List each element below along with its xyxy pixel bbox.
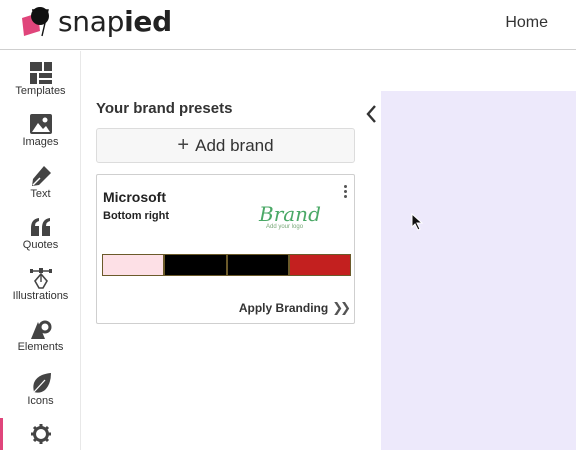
pen-icon — [31, 166, 51, 186]
sidebar-item-label: Icons — [27, 395, 54, 407]
top-header: snapied Home — [0, 0, 576, 50]
add-brand-label: Add brand — [195, 136, 274, 155]
color-swatch-1 — [102, 254, 165, 276]
sidebar-item-settings[interactable] — [0, 417, 81, 450]
sidebar-item-text[interactable]: Text — [0, 159, 81, 211]
images-icon — [29, 114, 52, 134]
brand-presets-panel: Your brand presets + Add brand Microsoft … — [82, 51, 381, 450]
brand-name: Microsoft — [103, 189, 166, 205]
logo-mark-icon — [22, 7, 49, 37]
left-sidebar: Templates Images Text Quotes Illustratio… — [0, 51, 81, 450]
sidebar-item-quotes[interactable]: Quotes — [0, 210, 81, 262]
color-swatch-4 — [288, 254, 351, 276]
canvas-top-gap — [381, 51, 576, 91]
sidebar-item-label: Templates — [15, 85, 66, 97]
brand-color-swatches — [102, 254, 351, 276]
sidebar-item-icons[interactable]: Icons — [0, 366, 81, 418]
snapied-logo[interactable]: snapied — [20, 4, 172, 40]
templates-icon — [29, 62, 52, 84]
apply-branding-button[interactable]: Apply Branding ❯❯ — [238, 300, 351, 316]
gear-icon — [30, 424, 51, 444]
sidebar-item-label: Illustrations — [12, 290, 69, 302]
sidebar-item-images[interactable]: Images — [0, 107, 81, 159]
sidebar-item-illustrations[interactable]: Illustrations — [0, 261, 81, 313]
brand-logo-text: Brand — [259, 202, 321, 226]
logo-position: Bottom right — [103, 210, 169, 222]
active-indicator — [0, 418, 3, 450]
brand-preset-card[interactable]: Microsoft Bottom right Brand Add your lo… — [96, 174, 355, 324]
color-swatch-3 — [226, 254, 289, 276]
sidebar-item-elements[interactable]: Elements — [0, 312, 81, 364]
collapse-panel-icon[interactable] — [364, 103, 378, 125]
sidebar-item-label: Text — [30, 188, 51, 200]
panel-title: Your brand presets — [96, 100, 233, 117]
design-canvas[interactable] — [381, 91, 576, 450]
add-brand-button[interactable]: + Add brand — [96, 128, 355, 163]
sidebar-item-label: Elements — [17, 341, 64, 353]
more-options-icon[interactable] — [342, 185, 348, 201]
vector-pen-icon — [29, 268, 52, 289]
brand-logo-subtext: Add your logo — [266, 224, 304, 230]
leaf-icon — [32, 373, 51, 393]
double-chevron-right-icon: ❯❯ — [332, 300, 351, 315]
sidebar-item-label: Images — [22, 136, 59, 148]
sidebar-item-templates[interactable]: Templates — [0, 56, 81, 108]
mouse-cursor-icon — [411, 213, 423, 231]
sidebar-item-label: Quotes — [22, 239, 59, 251]
shapes-icon — [30, 320, 51, 339]
logo-wordmark: snapied — [58, 5, 172, 38]
home-link[interactable]: Home — [505, 14, 548, 32]
color-swatch-2 — [164, 254, 227, 276]
apply-branding-label: Apply Branding — [238, 301, 329, 315]
quote-icon — [30, 218, 50, 236]
plus-icon: + — [177, 134, 190, 156]
brand-logo: Brand Add your logo — [259, 202, 321, 232]
